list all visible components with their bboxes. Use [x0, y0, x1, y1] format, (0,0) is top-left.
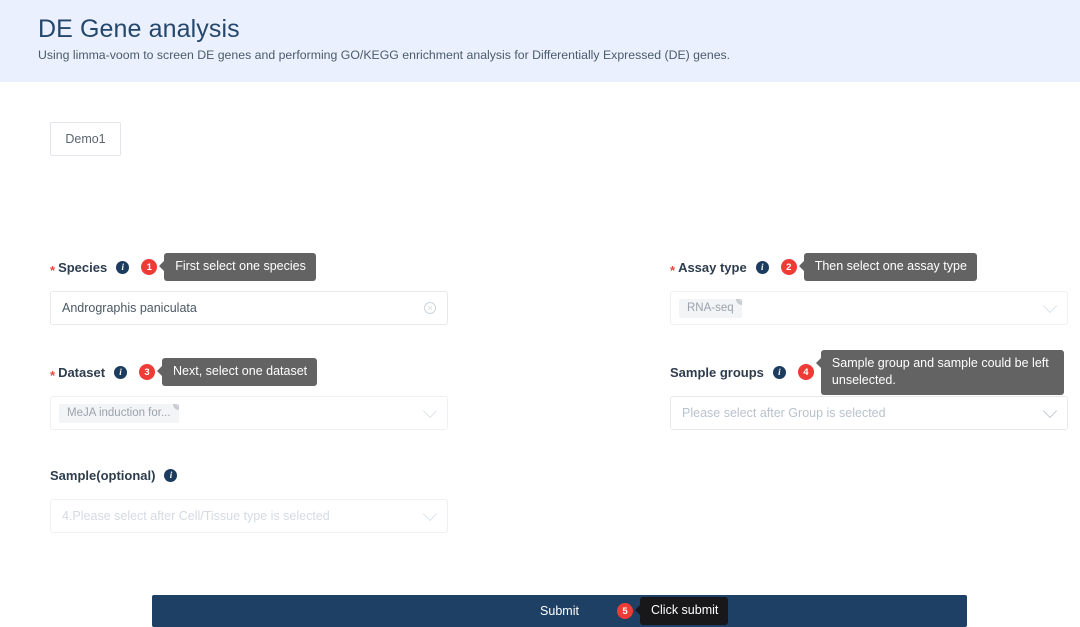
field-group-sample: Sample(optional) i 4.Please select after…	[50, 465, 448, 533]
dataset-chip[interactable]: MeJA induction for... ×	[59, 403, 179, 423]
sample-groups-placeholder: Please select after Group is selected	[682, 406, 886, 420]
step-badge-3: 3	[139, 364, 156, 380]
species-label-row: * Species i 1 First select one species	[50, 253, 448, 281]
chevron-down-icon[interactable]	[422, 403, 438, 419]
dataset-chip-label: MeJA induction for...	[67, 406, 171, 419]
chevron-down-icon[interactable]	[1042, 298, 1058, 314]
sample-placeholder: 4.Please select after Cell/Tissue type i…	[62, 509, 330, 523]
tab-demo1-label: Demo1	[65, 132, 106, 146]
step-badge-1: 1	[141, 259, 158, 275]
chip-close-icon[interactable]: ×	[735, 298, 742, 305]
step-badge-4: 4	[797, 364, 814, 380]
field-group-species: * Species i 1 First select one species A…	[50, 253, 448, 325]
info-icon[interactable]: i	[164, 468, 178, 482]
submit-annotation: 5 Click submit	[605, 597, 729, 625]
sample-select[interactable]: 4.Please select after Cell/Tissue type i…	[50, 499, 448, 533]
species-value: Andrographis paniculata	[62, 301, 197, 315]
tooltip-dataset: Next, select one dataset	[157, 358, 318, 386]
sample-groups-select[interactable]: Please select after Group is selected	[670, 396, 1068, 430]
field-group-sample-groups: Sample groups i 4 Sample group and sampl…	[670, 349, 1068, 430]
field-group-dataset: * Dataset i 3 Next, select one dataset M…	[50, 358, 448, 430]
sample-label: Sample(optional)	[50, 467, 156, 483]
sample-label-row: Sample(optional) i	[50, 465, 448, 485]
info-icon[interactable]: i	[114, 365, 128, 379]
info-icon[interactable]: i	[116, 260, 130, 274]
sample-groups-label-row: Sample groups i 4 Sample group and sampl…	[670, 349, 1068, 395]
required-asterisk: *	[670, 262, 676, 278]
assay-type-chip[interactable]: RNA-seq ×	[679, 298, 742, 318]
submit-button[interactable]: Submit 5 Click submit	[152, 595, 967, 627]
info-icon[interactable]: i	[755, 260, 769, 274]
dataset-select[interactable]: MeJA induction for... ×	[50, 396, 448, 430]
tooltip-submit: Click submit	[634, 597, 729, 625]
species-input[interactable]: Andrographis paniculata ×	[50, 291, 448, 325]
assay-type-label-row: * Assay type i 2 Then select one assay t…	[670, 253, 1068, 281]
assay-type-chip-label: RNA-seq	[687, 301, 734, 314]
field-group-assay-type: * Assay type i 2 Then select one assay t…	[670, 253, 1068, 325]
dataset-label-row: * Dataset i 3 Next, select one dataset	[50, 358, 448, 386]
clear-icon[interactable]: ×	[424, 302, 436, 314]
submit-label: Submit	[540, 604, 579, 618]
sample-groups-label: Sample groups	[670, 364, 764, 380]
tab-demo1[interactable]: Demo1	[50, 122, 121, 156]
species-label: Species	[58, 259, 108, 275]
chip-close-icon[interactable]: ×	[172, 403, 179, 410]
chevron-down-icon[interactable]	[1042, 403, 1058, 419]
step-badge-5: 5	[617, 603, 633, 619]
tooltip-sample-groups: Sample group and sample could be left un…	[815, 349, 1064, 395]
page-title: DE Gene analysis	[38, 15, 240, 43]
dataset-label: Dataset	[58, 364, 106, 380]
required-asterisk: *	[50, 367, 56, 383]
tooltip-species: First select one species	[159, 253, 316, 281]
info-icon[interactable]: i	[772, 365, 786, 379]
assay-type-label: Assay type	[678, 259, 747, 275]
required-asterisk: *	[50, 262, 56, 278]
tooltip-assay-type: Then select one assay type	[798, 253, 977, 281]
assay-type-select[interactable]: RNA-seq ×	[670, 291, 1068, 325]
page-header: DE Gene analysis Using limma-voom to scr…	[0, 0, 1080, 82]
chevron-down-icon[interactable]	[422, 506, 438, 522]
page-subtitle: Using limma-voom to screen DE genes and …	[38, 48, 731, 62]
step-badge-2: 2	[780, 259, 797, 275]
